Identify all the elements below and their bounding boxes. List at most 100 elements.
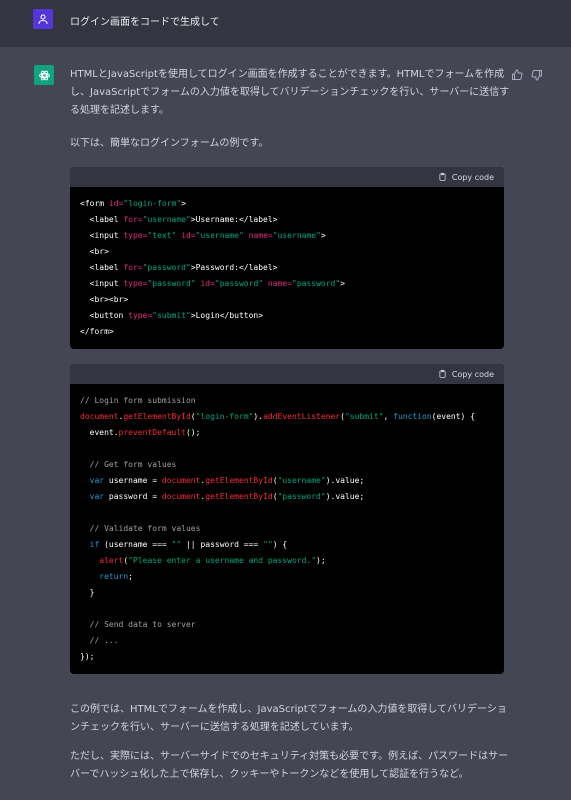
user-message-text: ログイン画面をコードで生成して xyxy=(70,17,220,28)
code-token: for= xyxy=(123,263,143,272)
code-token: ) { xyxy=(272,540,288,549)
copy-code-button[interactable]: Copy code xyxy=(438,367,494,381)
code-token: // Login form submission xyxy=(80,396,196,405)
code-token: ). xyxy=(253,412,264,421)
code-body: // Login form submission document.getElem… xyxy=(70,384,504,674)
code-line: } xyxy=(80,585,494,601)
code-token: >Login</button> xyxy=(190,311,264,320)
code-token: "login-form" xyxy=(123,199,182,208)
clipboard-icon xyxy=(439,369,446,378)
thumbs-up-button[interactable] xyxy=(511,66,523,80)
code-token: "username" xyxy=(142,215,191,224)
html-code-block: Copy code <form id="login-form"> <label … xyxy=(70,167,504,349)
code-token: getElementById xyxy=(205,492,273,501)
assistant-message-row: HTMLとJavaScriptを使用してログイン画面を作成することができます。H… xyxy=(0,47,571,800)
code-line: alert("Please enter a username and passw… xyxy=(80,553,494,569)
code-token: (username === xyxy=(99,540,172,549)
outro-paragraph-1: この例では、HTMLでフォームを作成し、JavaScriptでフォームの入力値を… xyxy=(70,704,507,733)
code-token: <label xyxy=(80,263,124,272)
code-token: ; xyxy=(128,572,133,581)
code-token: type= xyxy=(128,311,153,320)
code-token: name= xyxy=(248,231,273,240)
outro-paragraph-2: ただし、実際には、サーバーサイドでのセキュリティ対策も必要です。例えば、パスワー… xyxy=(70,751,509,780)
code-token: id= xyxy=(200,279,215,288)
code-line: <br> xyxy=(80,244,494,260)
code-token: <br><br> xyxy=(80,295,129,304)
code-token: "submit" xyxy=(152,311,191,320)
code-token: function xyxy=(393,412,432,421)
code-token: "" xyxy=(171,540,182,549)
code-block-header: Copy code xyxy=(70,364,504,384)
code-token: return xyxy=(99,572,129,581)
code-block-header: Copy code xyxy=(70,167,504,187)
code-token: ).value; xyxy=(325,492,365,501)
code-token: "Please enter a username and password." xyxy=(128,556,317,565)
code-token: if xyxy=(89,540,100,549)
user-icon xyxy=(38,14,48,25)
code-line: <input type="password" id="password" nam… xyxy=(80,276,494,292)
code-token: "text" xyxy=(147,231,177,240)
thumbs-down-button[interactable] xyxy=(531,66,543,81)
clipboard-icon xyxy=(439,172,446,181)
code-token: var xyxy=(89,476,105,485)
code-line: // Get form values xyxy=(80,457,494,473)
copy-code-button[interactable]: Copy code xyxy=(438,170,494,184)
code-token: "username" xyxy=(272,231,321,240)
user-message-row: ログイン画面をコードで生成して xyxy=(0,0,571,47)
code-token: alert xyxy=(99,556,124,565)
code-token: event. xyxy=(80,428,119,437)
code-line: <input type="text" id="username" name="u… xyxy=(80,228,494,244)
code-token: "password" xyxy=(277,492,326,501)
code-line: event.preventDefault(); xyxy=(80,425,494,441)
code-token: > xyxy=(320,231,326,240)
code-line: // ... xyxy=(80,633,494,649)
code-token: "password" xyxy=(142,263,191,272)
code-token: , xyxy=(383,412,394,421)
code-token: <button xyxy=(80,311,129,320)
code-token: </form> xyxy=(80,327,114,336)
code-token: ).value; xyxy=(325,476,365,485)
code-token: name= xyxy=(267,279,292,288)
code-token: "username" xyxy=(195,231,244,240)
code-token: addEventListener xyxy=(263,412,341,421)
copy-code-label: Copy code xyxy=(451,172,494,182)
code-token: (event) { xyxy=(431,412,476,421)
code-line: // Validate form values xyxy=(80,521,494,537)
code-line: <label for="username">Username:</label> xyxy=(80,212,494,228)
code-line: // Login form submission xyxy=(80,393,494,409)
code-line: // Send data to server xyxy=(80,617,494,633)
code-token: <br> xyxy=(80,247,109,256)
code-line: <br><br> xyxy=(80,292,494,308)
user-avatar xyxy=(33,9,53,29)
code-token: "password" xyxy=(147,279,196,288)
code-line: }); xyxy=(80,649,494,665)
code-line: return; xyxy=(80,569,494,585)
code-token: "submit" xyxy=(344,412,384,421)
code-token: >Password:</label> xyxy=(190,263,278,272)
code-token: id= xyxy=(108,199,124,208)
code-token: <label xyxy=(80,215,124,224)
thumbs-down-icon xyxy=(531,70,542,81)
code-token: var xyxy=(89,492,105,501)
intro-paragraph: HTMLとJavaScriptを使用してログイン画面を作成することができます。H… xyxy=(70,69,510,116)
code-token: document xyxy=(161,492,201,501)
thumbs-up-icon xyxy=(512,69,523,80)
code-token: || password === xyxy=(181,540,264,549)
code-line: <label for="password">Password:</label> xyxy=(80,260,494,276)
code-line: </form> xyxy=(80,324,494,340)
code-token: "password" xyxy=(214,279,264,288)
code-token: <form xyxy=(80,199,109,208)
code-token: "password" xyxy=(292,279,341,288)
code-token: getElementById xyxy=(205,476,273,485)
code-line: var username = document.getElementById("… xyxy=(80,473,494,489)
code-line: <form id="login-form"> xyxy=(80,196,494,212)
code-line: var password = document.getElementById("… xyxy=(80,489,494,505)
code-token: ); xyxy=(316,556,326,565)
